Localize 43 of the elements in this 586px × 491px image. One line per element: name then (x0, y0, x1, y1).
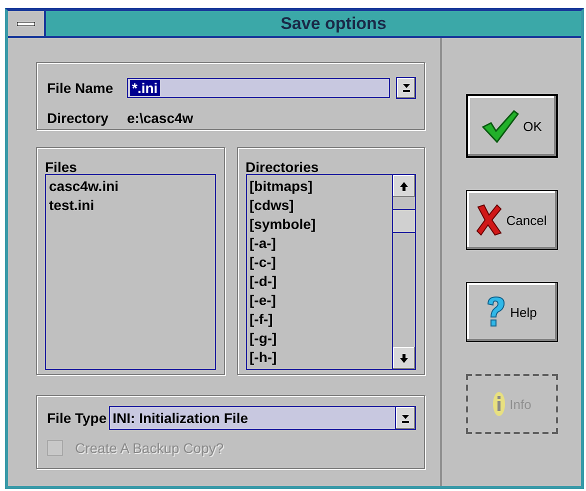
list-item[interactable]: [-d-] (250, 272, 277, 291)
dropdown-arrow-icon (402, 82, 410, 93)
list-item[interactable]: [-g-] (250, 329, 277, 348)
field-label: File Type (47, 410, 107, 426)
scroll-down-button[interactable] (393, 347, 415, 369)
system-menu-button[interactable] (8, 11, 46, 36)
dropdown-button[interactable] (395, 407, 415, 429)
directories-list[interactable]: [bitmaps] [cdws] [symbole] [-a-] [-c-] [-d-] [-e-] [-f-] [-g-] [-h-] (246, 174, 416, 370)
help-button[interactable]: Help (466, 282, 558, 342)
minus-icon (17, 22, 35, 26)
question-mark-icon (486, 296, 506, 328)
dropdown-button[interactable] (396, 76, 416, 98)
up-arrow-icon (400, 182, 408, 190)
field-label: File Name (47, 80, 114, 96)
checkmark-icon (481, 109, 520, 143)
directory-path: e:\casc4w (127, 110, 194, 126)
list-item[interactable]: [bitmaps] (250, 177, 312, 196)
list-item[interactable]: [-h-] (250, 348, 277, 367)
list-item[interactable]: [-c-] (250, 253, 276, 272)
file-type-dropdown[interactable]: INI: Initialization File (108, 406, 416, 430)
files-list[interactable]: casc4w.ini test.ini (45, 174, 216, 370)
list-item[interactable]: test.ini (49, 196, 94, 215)
dropdown-arrow-icon (401, 412, 410, 424)
down-arrow-icon (400, 354, 408, 362)
info-icon (492, 391, 506, 417)
scroll-up-button[interactable] (393, 175, 415, 197)
cancel-button[interactable]: Cancel (466, 190, 558, 250)
scroll-thumb[interactable] (393, 209, 415, 233)
field-value: *.ini (130, 80, 160, 96)
cross-icon (476, 204, 502, 236)
list-item[interactable]: [-f-] (250, 310, 273, 329)
list-label: Directories (246, 160, 319, 174)
list-item[interactable]: [cdws] (250, 196, 294, 215)
window-title: Save options (280, 13, 388, 35)
list-item[interactable]: casc4w.ini (49, 177, 119, 196)
scrollbar[interactable] (392, 175, 415, 369)
list-label: Files (45, 160, 77, 174)
list-item[interactable]: [symbole] (250, 215, 316, 234)
ok-button[interactable]: OK (466, 94, 558, 158)
file-name-field[interactable]: *.ini (127, 78, 390, 98)
field-label: Directory (47, 110, 110, 126)
list-item[interactable]: [-a-] (250, 234, 276, 253)
list-item[interactable]: [-e-] (250, 291, 276, 310)
